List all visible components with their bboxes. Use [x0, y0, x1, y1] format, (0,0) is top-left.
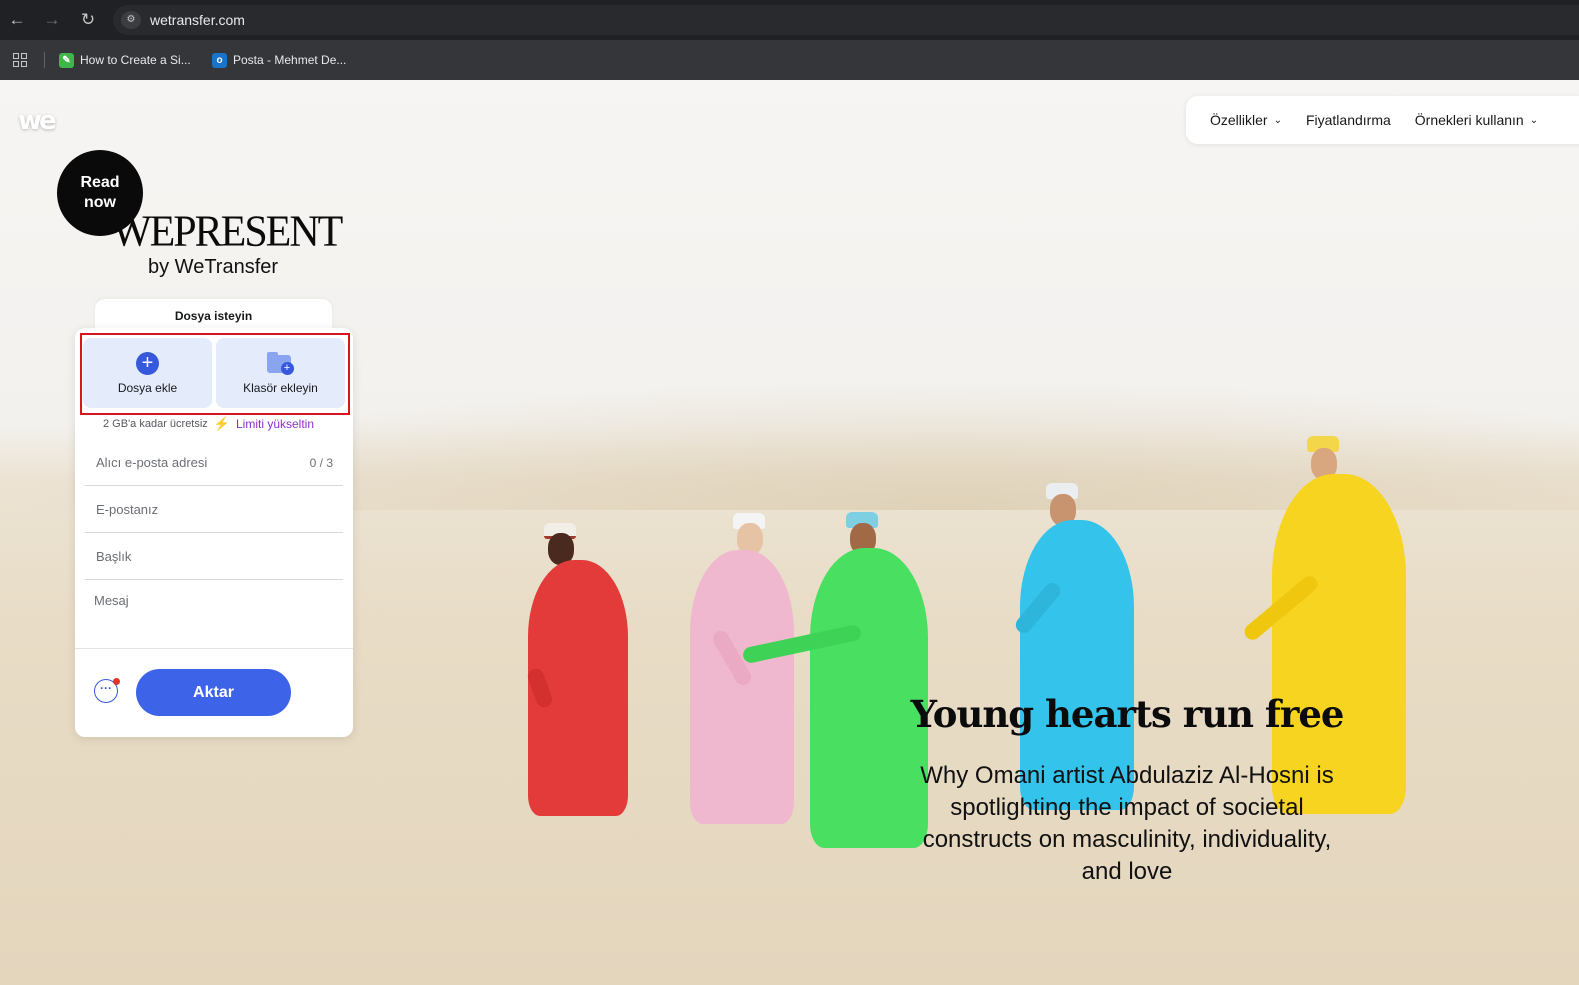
transfer-button[interactable]: Aktar	[136, 669, 291, 716]
add-files-label: Dosya ekle	[117, 380, 178, 395]
title-field[interactable]: Başlık	[85, 534, 343, 580]
page-content: we Özellikler ⌄ Fiyatlandırma Örnekleri …	[0, 80, 1579, 985]
recipient-email-placeholder: Alıcı e-posta adresi	[96, 455, 208, 470]
recipient-count: 0 / 3	[309, 456, 333, 470]
site-info-icon[interactable]: ⚙	[121, 11, 141, 29]
forward-icon[interactable]: →	[43, 11, 61, 29]
folder-plus-icon: +	[266, 351, 295, 375]
add-content-area: + Dosya ekle + Klasör ekleyin	[83, 338, 345, 408]
address-bar[interactable]: ⚙ wetransfer.com	[113, 5, 1579, 35]
size-limit-row: 2 GB'a kadar ücretsiz ⚡ Limiti yükseltin	[103, 416, 314, 432]
hero-subtitle: Why Omani artist Abdulaziz Al-Hosni is s…	[920, 762, 1334, 885]
bookmark-label: Posta - Mehmet De...	[233, 53, 347, 67]
lightning-icon: ⚡	[213, 416, 230, 431]
outlook-icon: o	[212, 52, 227, 68]
nav-item-features[interactable]: Özellikler ⌄	[1210, 112, 1282, 128]
url-text[interactable]: wetransfer.com	[150, 12, 245, 28]
plus-icon: +	[136, 351, 159, 375]
chevron-down-icon: ⌄	[1529, 114, 1539, 126]
reload-icon[interactable]: ↻	[79, 11, 97, 29]
size-limit-text: 2 GB'a kadar ücretsiz	[103, 418, 208, 430]
hero-title[interactable]: Young hearts run free	[900, 692, 1354, 736]
nav-item-pricing[interactable]: Fiyatlandırma	[1306, 112, 1391, 128]
add-files-button[interactable]: + Dosya ekle	[83, 338, 212, 408]
back-icon[interactable]: ←	[8, 11, 26, 29]
bookmark-favicon-icon: ✎	[59, 52, 74, 68]
card-divider	[75, 648, 353, 649]
recipient-email-field[interactable]: Alıcı e-posta adresi 0 / 3	[85, 440, 343, 486]
wetransfer-logo[interactable]: we	[18, 106, 57, 136]
browser-toolbar: ← → ↻ ⚙ wetransfer.com	[0, 0, 1579, 40]
bookmark-label: How to Create a Si...	[80, 53, 191, 67]
top-navigation: Özellikler ⌄ Fiyatlandırma Örnekleri kul…	[1186, 96, 1579, 144]
bookmark-item[interactable]: o Posta - Mehmet De...	[212, 52, 346, 68]
upgrade-limit-link[interactable]: Limiti yükseltin	[236, 417, 314, 431]
nav-label: Fiyatlandırma	[1305, 112, 1391, 128]
read-now-badge[interactable]: Read now	[57, 150, 143, 236]
bookmark-item[interactable]: ✎ How to Create a Si...	[59, 52, 191, 68]
notification-dot	[113, 678, 120, 685]
message-field[interactable]: Mesaj	[85, 578, 343, 624]
nav-item-use-cases[interactable]: Örnekleri kullanın ⌄	[1415, 112, 1538, 128]
transfer-card: + Dosya ekle + Klasör ekleyin 2 GB'a kad…	[75, 328, 353, 737]
nav-label: Örnekleri kullanın	[1414, 112, 1524, 128]
apps-grid-icon[interactable]	[13, 53, 27, 67]
add-folder-button[interactable]: + Klasör ekleyin	[216, 338, 345, 408]
chevron-down-icon: ⌄	[1273, 114, 1282, 126]
sender-email-field[interactable]: E-postanız	[85, 487, 343, 533]
bookmarks-bar: ✎ How to Create a Si... o Posta - Mehmet…	[0, 40, 1579, 80]
wepresent-byline: by WeTransfer	[148, 256, 279, 278]
nav-label: Özellikler	[1210, 112, 1268, 128]
add-folder-label: Klasör ekleyin	[243, 380, 318, 395]
wepresent-logo[interactable]: WEPRESENT	[112, 207, 343, 257]
bookmarks-divider	[44, 52, 45, 68]
